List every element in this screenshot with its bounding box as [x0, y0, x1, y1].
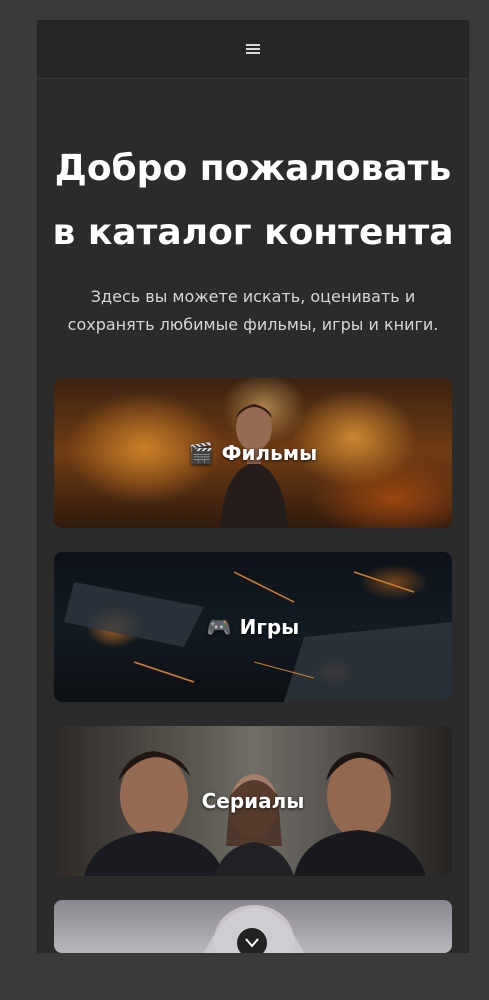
hamburger-icon: [246, 44, 260, 54]
hero-section: Добро пожаловать в каталог контента Здес…: [38, 137, 468, 339]
card-title: Фильмы: [221, 441, 318, 465]
card-label: Сериалы: [54, 789, 452, 813]
category-card-series[interactable]: Сериалы: [54, 726, 452, 876]
category-card-films[interactable]: 🎬 Фильмы: [54, 378, 452, 528]
chevron-down-icon: [245, 938, 259, 948]
scroll-down-button[interactable]: [237, 928, 267, 953]
category-cards: 🎬 Фильмы 🎮 Игры Сериалы: [54, 378, 452, 953]
page-title: Добро пожаловать в каталог контента: [52, 148, 454, 253]
card-title: Сериалы: [201, 789, 305, 813]
menu-button[interactable]: [238, 34, 268, 64]
category-card-games[interactable]: 🎮 Игры: [54, 552, 452, 702]
card-label: 🎬 Фильмы: [54, 441, 452, 465]
card-title: Игры: [239, 615, 300, 639]
clapperboard-icon: 🎬: [188, 441, 214, 465]
gamepad-icon: 🎮: [206, 615, 232, 639]
navbar: [38, 20, 468, 79]
app-frame: Добро пожаловать в каталог контента Здес…: [37, 20, 469, 953]
category-card-books[interactable]: [54, 900, 452, 953]
card-label: 🎮 Игры: [54, 615, 452, 639]
page-subtitle: Здесь вы можете искать, оценивать и сохр…: [67, 287, 439, 334]
